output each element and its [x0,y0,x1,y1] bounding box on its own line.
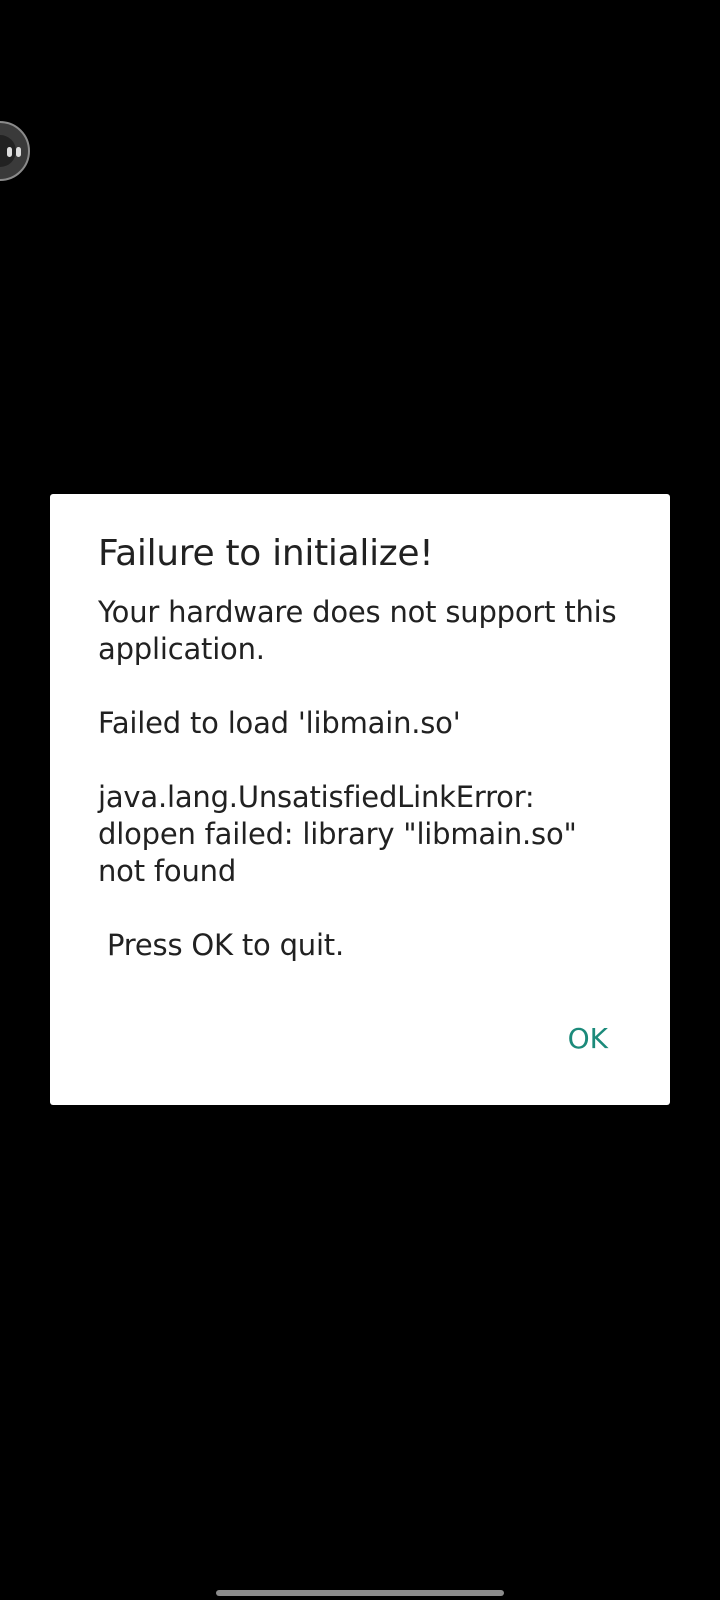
bubble-eye-right [16,147,21,157]
dialog-message: Your hardware does not support this appl… [98,595,617,962]
ok-button[interactable]: OK [558,1014,618,1063]
dialog-title: Failure to initialize! [98,533,434,574]
floating-chat-bubble-icon[interactable] [0,121,30,181]
gesture-nav-handle[interactable] [216,1590,504,1596]
app-screen: Failure to initialize! Your hardware doe… [0,0,720,1600]
dialog-actions: OK [558,1014,618,1063]
bubble-eye-left [7,147,12,157]
error-dialog: Failure to initialize! Your hardware doe… [50,494,670,1105]
